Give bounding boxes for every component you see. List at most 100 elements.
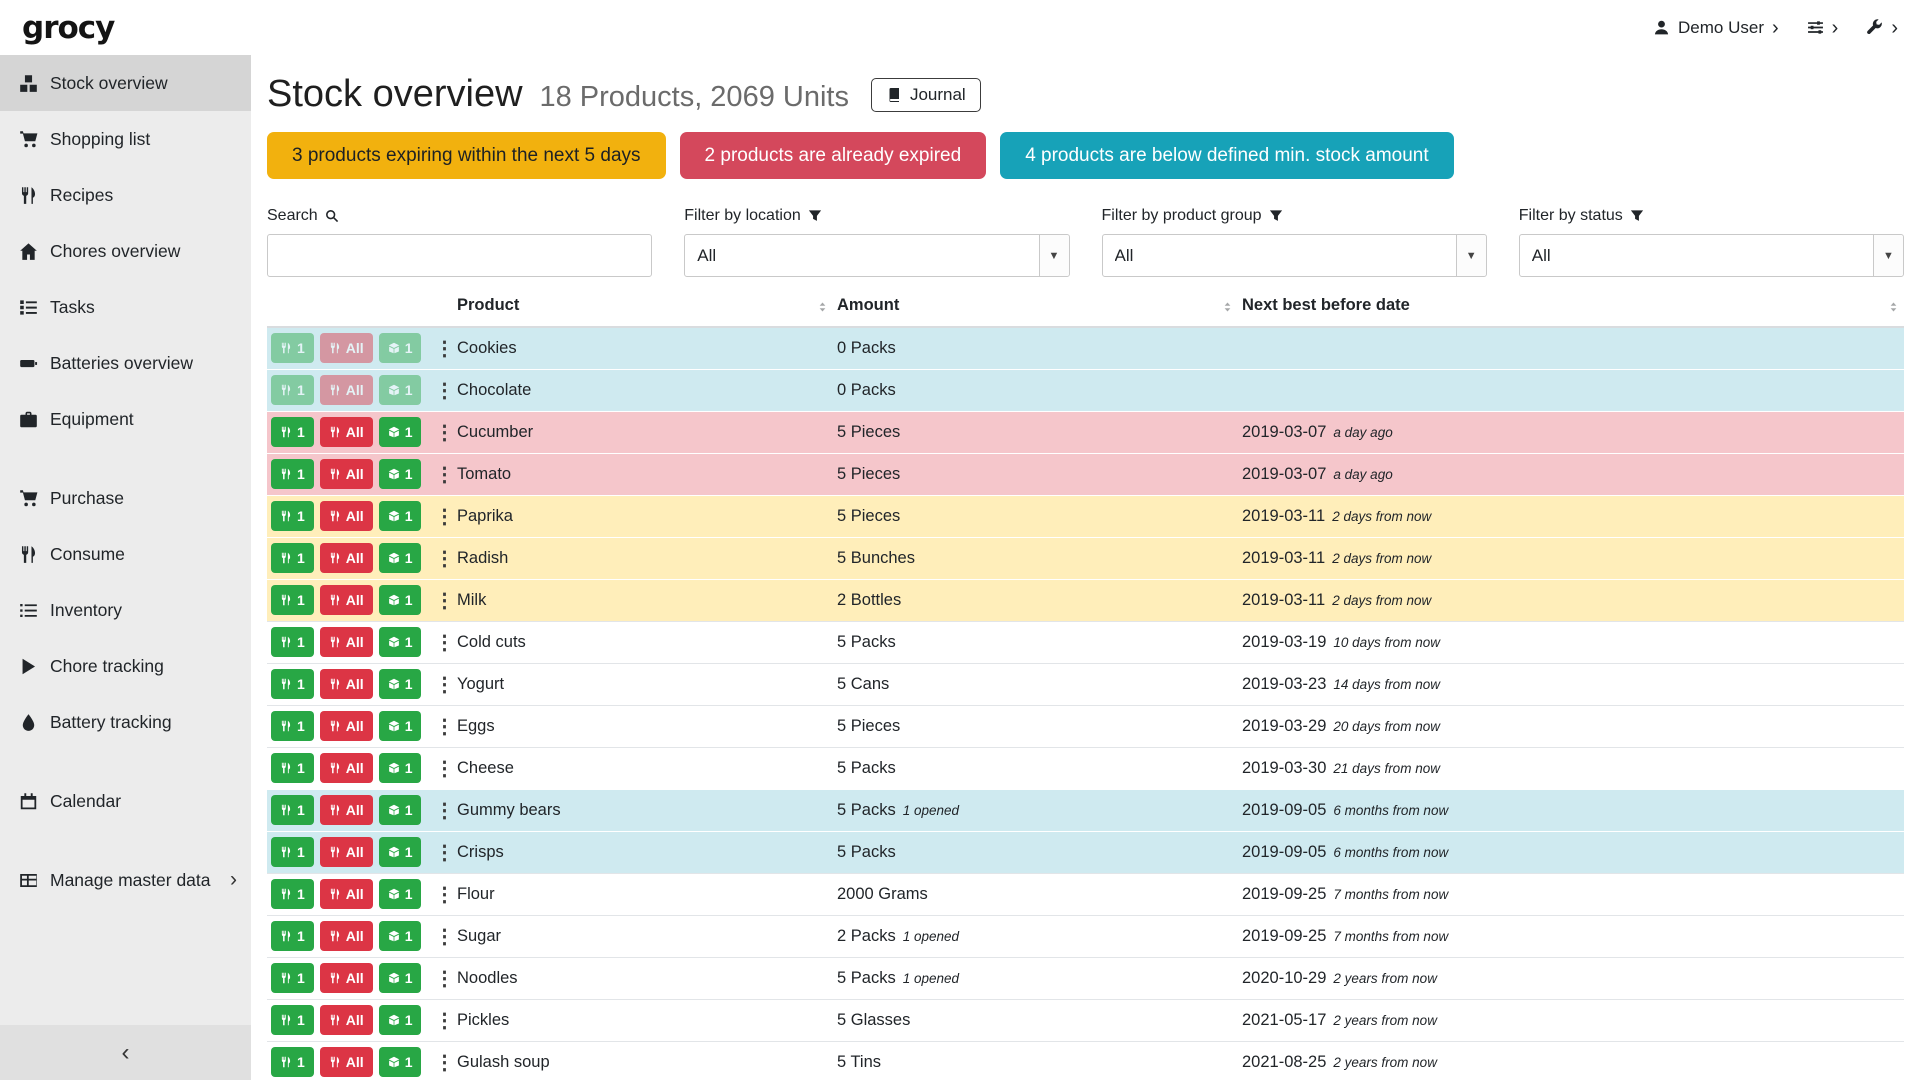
- consume-all-button[interactable]: All: [320, 1005, 373, 1035]
- alert-expiring-products[interactable]: 3 products expiring within the next 5 da…: [267, 132, 666, 179]
- row-menu-button[interactable]: ⋮: [434, 1050, 453, 1075]
- consume-one-button[interactable]: 1: [271, 501, 314, 531]
- consume-all-button[interactable]: All: [320, 375, 373, 405]
- product-group-select[interactable]: All: [1102, 234, 1487, 277]
- consume-all-button[interactable]: All: [320, 711, 373, 741]
- row-menu-button[interactable]: ⋮: [434, 840, 453, 865]
- consume-all-button[interactable]: All: [320, 459, 373, 489]
- row-menu-button[interactable]: ⋮: [434, 882, 453, 907]
- sidebar-item-consume[interactable]: Consume: [0, 526, 251, 582]
- amount-column-header[interactable]: Amount: [833, 287, 1238, 327]
- row-menu-button[interactable]: ⋮: [434, 504, 453, 529]
- consume-one-button[interactable]: 1: [271, 795, 314, 825]
- consume-one-button[interactable]: 1: [271, 1005, 314, 1035]
- consume-all-button[interactable]: All: [320, 837, 373, 867]
- consume-one-button[interactable]: 1: [271, 375, 314, 405]
- sidebar-item-inventory[interactable]: Inventory: [0, 582, 251, 638]
- consume-all-button[interactable]: All: [320, 795, 373, 825]
- location-select[interactable]: All: [684, 234, 1069, 277]
- sidebar-item-chore-tracking[interactable]: Chore tracking: [0, 638, 251, 694]
- row-menu-button[interactable]: ⋮: [434, 420, 453, 445]
- open-one-button[interactable]: 1: [379, 795, 422, 825]
- open-one-button[interactable]: 1: [379, 375, 422, 405]
- consume-one-button[interactable]: 1: [271, 837, 314, 867]
- sidebar-item-recipes[interactable]: Recipes: [0, 167, 251, 223]
- open-one-button[interactable]: 1: [379, 669, 422, 699]
- consume-one-button[interactable]: 1: [271, 921, 314, 951]
- collapse-sidebar-button[interactable]: ‹: [0, 1025, 251, 1080]
- sidebar-item-stock-overview[interactable]: Stock overview: [0, 55, 251, 111]
- consume-all-button[interactable]: All: [320, 921, 373, 951]
- consume-all-button[interactable]: All: [320, 963, 373, 993]
- open-one-button[interactable]: 1: [379, 417, 422, 447]
- open-one-button[interactable]: 1: [379, 963, 422, 993]
- open-one-button[interactable]: 1: [379, 753, 422, 783]
- consume-all-button[interactable]: All: [320, 627, 373, 657]
- alert-expired-products[interactable]: 2 products are already expired: [680, 132, 987, 179]
- consume-all-button[interactable]: All: [320, 879, 373, 909]
- journal-button[interactable]: Journal: [871, 78, 981, 112]
- consume-one-button[interactable]: 1: [271, 417, 314, 447]
- open-one-button[interactable]: 1: [379, 1005, 422, 1035]
- sidebar-item-calendar[interactable]: Calendar: [0, 773, 251, 829]
- sidebar-item-manage-master-data[interactable]: Manage master data›: [0, 852, 251, 908]
- open-one-button[interactable]: 1: [379, 1047, 422, 1077]
- consume-one-button[interactable]: 1: [271, 669, 314, 699]
- open-one-button[interactable]: 1: [379, 921, 422, 951]
- row-menu-button[interactable]: ⋮: [434, 924, 453, 949]
- consume-one-button[interactable]: 1: [271, 459, 314, 489]
- consume-all-button[interactable]: All: [320, 501, 373, 531]
- consume-all-button[interactable]: All: [320, 333, 373, 363]
- sidebar-item-purchase[interactable]: Purchase: [0, 470, 251, 526]
- row-menu-button[interactable]: ⋮: [434, 462, 453, 487]
- admin-menu[interactable]: ›: [1866, 18, 1898, 38]
- sidebar-item-shopping-list[interactable]: Shopping list: [0, 111, 251, 167]
- row-menu-button[interactable]: ⋮: [434, 378, 453, 403]
- consume-one-button[interactable]: 1: [271, 1047, 314, 1077]
- consume-one-button[interactable]: 1: [271, 543, 314, 573]
- row-menu-button[interactable]: ⋮: [434, 714, 453, 739]
- sidebar-item-battery-tracking[interactable]: Battery tracking: [0, 694, 251, 750]
- sidebar-item-tasks[interactable]: Tasks: [0, 279, 251, 335]
- row-menu-button[interactable]: ⋮: [434, 756, 453, 781]
- open-one-button[interactable]: 1: [379, 585, 422, 615]
- user-menu[interactable]: Demo User ›: [1653, 18, 1779, 38]
- consume-all-button[interactable]: All: [320, 1047, 373, 1077]
- sidebar-item-equipment[interactable]: Equipment: [0, 391, 251, 447]
- consume-one-button[interactable]: 1: [271, 963, 314, 993]
- consume-one-button[interactable]: 1: [271, 879, 314, 909]
- consume-one-button[interactable]: 1: [271, 585, 314, 615]
- row-menu-button[interactable]: ⋮: [434, 546, 453, 571]
- row-menu-button[interactable]: ⋮: [434, 630, 453, 655]
- sidebar-item-chores-overview[interactable]: Chores overview: [0, 223, 251, 279]
- search-input[interactable]: [267, 234, 652, 277]
- best-before-column-header[interactable]: Next best before date: [1238, 287, 1904, 327]
- sidebar-item-batteries-overview[interactable]: Batteries overview: [0, 335, 251, 391]
- open-one-button[interactable]: 1: [379, 711, 422, 741]
- consume-one-button[interactable]: 1: [271, 711, 314, 741]
- open-one-button[interactable]: 1: [379, 879, 422, 909]
- product-column-header[interactable]: Product: [453, 287, 833, 327]
- consume-all-button[interactable]: All: [320, 669, 373, 699]
- row-menu-button[interactable]: ⋮: [434, 1008, 453, 1033]
- row-menu-button[interactable]: ⋮: [434, 336, 453, 361]
- status-select[interactable]: All: [1519, 234, 1904, 277]
- alert-below-min-stock[interactable]: 4 products are below defined min. stock …: [1000, 132, 1453, 179]
- open-one-button[interactable]: 1: [379, 459, 422, 489]
- row-menu-button[interactable]: ⋮: [434, 672, 453, 697]
- consume-all-button[interactable]: All: [320, 753, 373, 783]
- open-one-button[interactable]: 1: [379, 501, 422, 531]
- consume-all-button[interactable]: All: [320, 543, 373, 573]
- open-one-button[interactable]: 1: [379, 543, 422, 573]
- consume-all-button[interactable]: All: [320, 585, 373, 615]
- open-one-button[interactable]: 1: [379, 627, 422, 657]
- open-one-button[interactable]: 1: [379, 333, 422, 363]
- open-one-button[interactable]: 1: [379, 837, 422, 867]
- row-menu-button[interactable]: ⋮: [434, 798, 453, 823]
- row-menu-button[interactable]: ⋮: [434, 966, 453, 991]
- row-menu-button[interactable]: ⋮: [434, 588, 453, 613]
- consume-one-button[interactable]: 1: [271, 627, 314, 657]
- consume-all-button[interactable]: All: [320, 417, 373, 447]
- consume-one-button[interactable]: 1: [271, 753, 314, 783]
- settings-menu[interactable]: ›: [1807, 18, 1839, 38]
